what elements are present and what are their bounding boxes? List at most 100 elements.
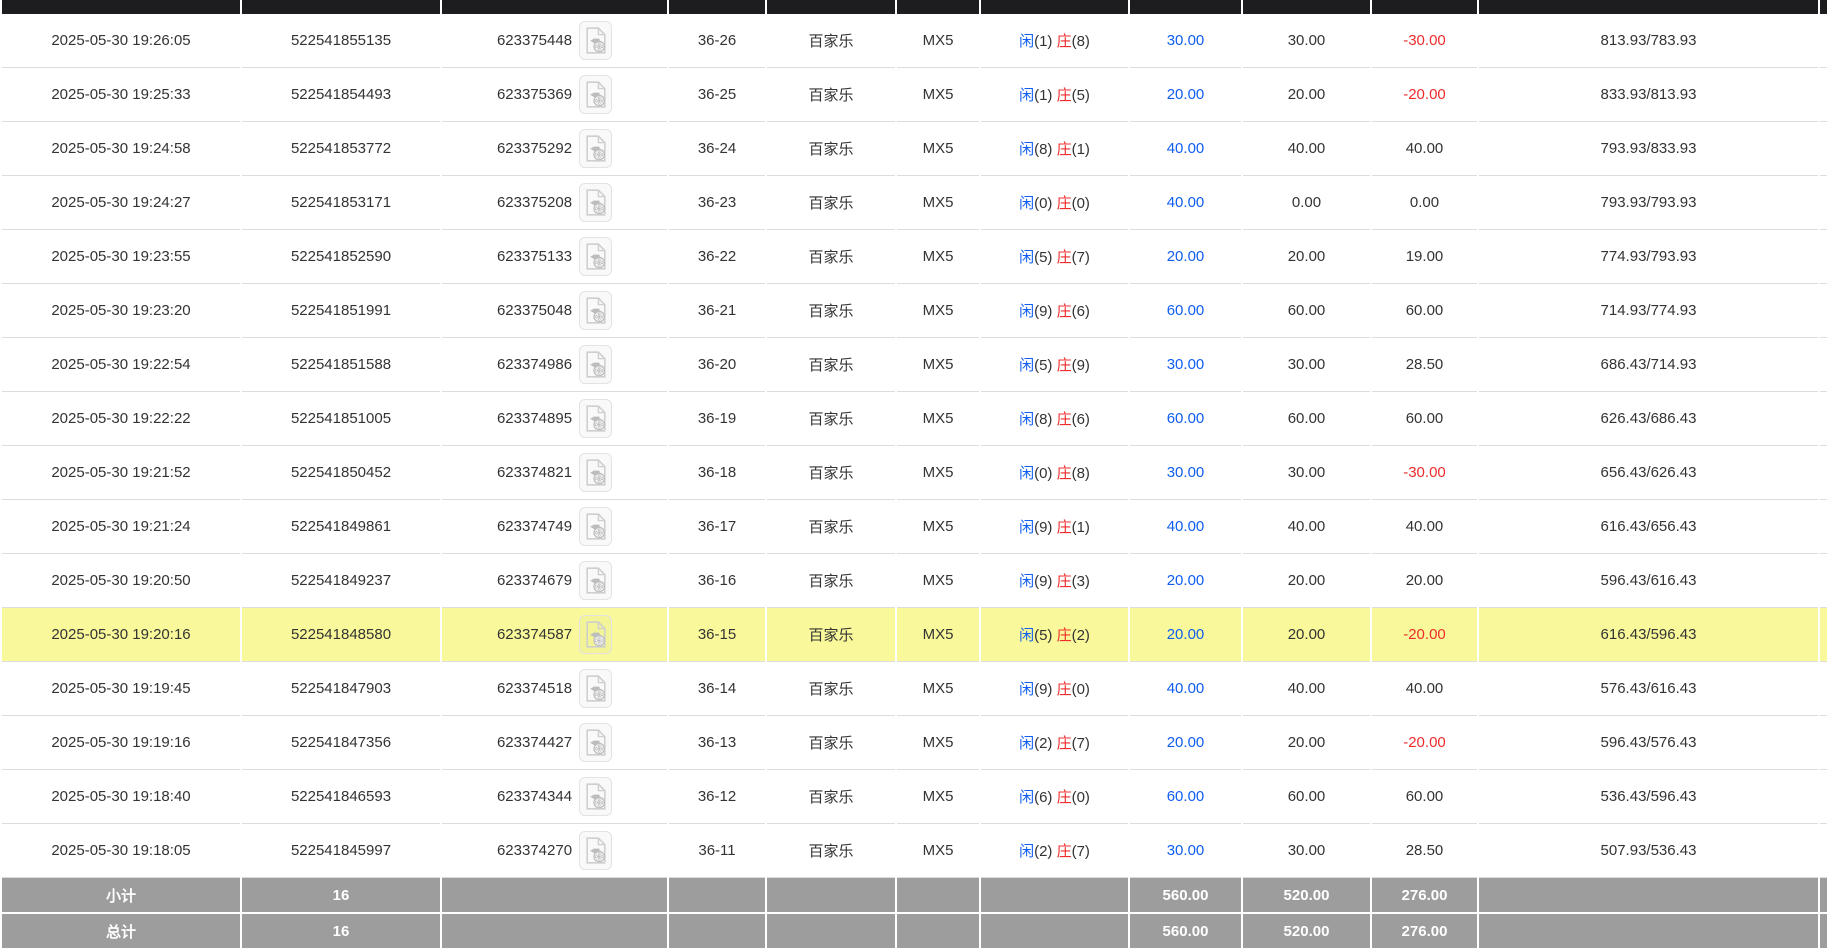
video-replay-button[interactable]: [579, 507, 612, 546]
video-replay-button[interactable]: [579, 183, 612, 222]
video-replay-button[interactable]: [579, 669, 612, 708]
result-cell: 闲(9) 庄(3): [981, 554, 1128, 608]
result-cell: 闲(8) 庄(6): [981, 392, 1128, 446]
player-points: (9): [1034, 303, 1057, 320]
video-replay-button[interactable]: [579, 561, 612, 600]
bet-time-cell: 2025-05-30 19:23:20: [2, 284, 240, 338]
total-row: 总计16560.00520.00276.00: [2, 914, 1827, 950]
header-cell: [1243, 0, 1370, 14]
bet-amount-cell: 20.00: [1130, 68, 1241, 122]
result-cell: 闲(1) 庄(8): [981, 14, 1128, 68]
table-name-cell: MX5: [897, 176, 979, 230]
subtotal-win-loss-cell: 276.00: [1372, 878, 1477, 914]
bet-record-row: 2025-05-30 19:19:16522541847356623374427…: [2, 716, 1827, 770]
game-number-text: 623374518: [497, 680, 572, 697]
video-replay-button[interactable]: [579, 237, 612, 276]
player-label: 闲: [1019, 843, 1034, 860]
table-body: 2025-05-30 19:26:05522541855135623375448…: [2, 14, 1827, 878]
game-number-cell: 623375133: [442, 230, 667, 284]
player-points: (0): [1034, 465, 1057, 482]
total-empty-cell: [767, 914, 895, 950]
video-replay-button[interactable]: [579, 129, 612, 168]
result-cell: 闲(9) 庄(6): [981, 284, 1128, 338]
player-label: 闲: [1019, 735, 1034, 752]
balance-cell: 536.43/596.43: [1479, 770, 1818, 824]
round-cell: 36-19: [669, 392, 765, 446]
result-cell: 闲(9) 庄(1): [981, 500, 1128, 554]
game-number-text: 623374679: [497, 572, 572, 589]
bet-time-cell: 2025-05-30 19:24:27: [2, 176, 240, 230]
video-replay-button[interactable]: [579, 615, 612, 654]
bet-record-row: 2025-05-30 19:20:16522541848580623374587…: [2, 608, 1827, 662]
game-number-text: 623375448: [497, 32, 572, 49]
subtotal-empty-cell: [767, 878, 895, 914]
total-valid-bet-cell: 520.00: [1243, 914, 1370, 950]
result-cell: 闲(5) 庄(7): [981, 230, 1128, 284]
banker-label: 庄: [1057, 87, 1072, 104]
total-empty-cell: [897, 914, 979, 950]
round-cell: 36-23: [669, 176, 765, 230]
bet-number-cell: 522541847903: [242, 662, 440, 716]
bet-time-cell: 2025-05-30 19:19:16: [2, 716, 240, 770]
balance-cell: 616.43/656.43: [1479, 500, 1818, 554]
round-cell: 36-16: [669, 554, 765, 608]
result-cell: 闲(0) 庄(8): [981, 446, 1128, 500]
round-cell: 36-20: [669, 338, 765, 392]
banker-label: 庄: [1057, 411, 1072, 428]
spacer-cell: [1820, 122, 1827, 176]
player-points: (9): [1034, 681, 1057, 698]
win-loss-cell: 28.50: [1372, 338, 1477, 392]
balance-cell: 507.93/536.43: [1479, 824, 1818, 878]
video-replay-button[interactable]: [579, 75, 612, 114]
video-replay-button[interactable]: [579, 345, 612, 384]
player-points: (9): [1034, 573, 1057, 590]
balance-cell: 714.93/774.93: [1479, 284, 1818, 338]
valid-bet-cell: 60.00: [1243, 392, 1370, 446]
subtotal-row: 小计16560.00520.00276.00: [2, 878, 1827, 914]
video-replay-button[interactable]: [579, 291, 612, 330]
round-cell: 36-21: [669, 284, 765, 338]
table-name-cell: MX5: [897, 500, 979, 554]
game-number-cell: 623375208: [442, 176, 667, 230]
game-type-cell: 百家乐: [767, 662, 895, 716]
video-file-icon: [585, 243, 607, 270]
game-number-wrap: 623374821: [442, 453, 667, 492]
video-file-icon: [585, 81, 607, 108]
video-replay-button[interactable]: [579, 21, 612, 60]
total-bet-amount-cell: 560.00: [1130, 914, 1241, 950]
player-label: 闲: [1019, 627, 1034, 644]
header-cell: [1372, 0, 1477, 14]
video-replay-button[interactable]: [579, 777, 612, 816]
bet-record-row: 2025-05-30 19:25:33522541854493623375369…: [2, 68, 1827, 122]
game-number-text: 623374270: [497, 842, 572, 859]
banker-points: (2): [1072, 627, 1090, 644]
game-number-wrap: 623374427: [442, 723, 667, 762]
player-label: 闲: [1019, 357, 1034, 374]
banker-points: (5): [1072, 87, 1090, 104]
header-cell: [442, 0, 667, 14]
banker-points: (9): [1072, 357, 1090, 374]
table-name-cell: MX5: [897, 824, 979, 878]
game-type-cell: 百家乐: [767, 716, 895, 770]
result-cell: 闲(9) 庄(0): [981, 662, 1128, 716]
header-cell: [1130, 0, 1241, 14]
balance-cell: 774.93/793.93: [1479, 230, 1818, 284]
video-replay-button[interactable]: [579, 453, 612, 492]
balance-cell: 576.43/616.43: [1479, 662, 1818, 716]
bet-time-cell: 2025-05-30 19:25:33: [2, 68, 240, 122]
spacer-cell: [1820, 446, 1827, 500]
video-replay-button[interactable]: [579, 723, 612, 762]
spacer-cell: [1820, 608, 1827, 662]
bet-record-row: 2025-05-30 19:22:22522541851005623374895…: [2, 392, 1827, 446]
subtotal-empty-cell: [981, 878, 1128, 914]
video-replay-button[interactable]: [579, 831, 612, 870]
banker-points: (8): [1072, 465, 1090, 482]
table-name-cell: MX5: [897, 608, 979, 662]
game-number-cell: 623374821: [442, 446, 667, 500]
valid-bet-cell: 30.00: [1243, 338, 1370, 392]
banker-label: 庄: [1057, 249, 1072, 266]
video-file-icon: [585, 297, 607, 324]
game-number-cell: 623374749: [442, 500, 667, 554]
video-replay-button[interactable]: [579, 399, 612, 438]
table-name-cell: MX5: [897, 392, 979, 446]
